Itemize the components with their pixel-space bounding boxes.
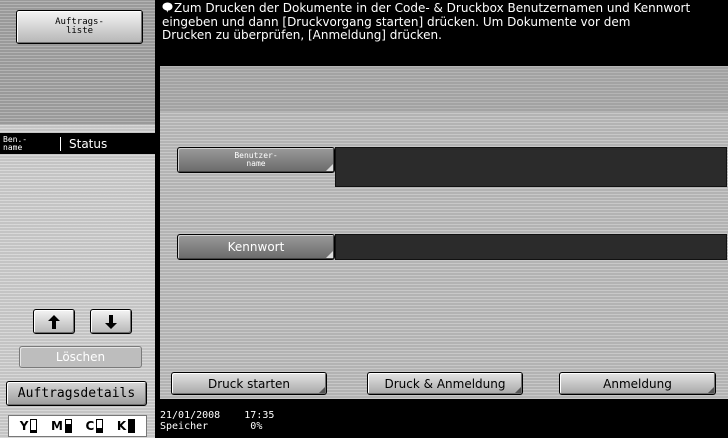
- toner-y-label: Y: [19, 419, 29, 433]
- scroll-down-button[interactable]: [90, 309, 132, 334]
- status-bar: 21/01/2008 17:35 Speicher 0%: [160, 410, 460, 438]
- instruction-message: Zum Drucken der Dokumente in der Code- &…: [160, 0, 728, 66]
- toner-c: C: [86, 419, 104, 433]
- arrow-up-icon: [48, 314, 60, 329]
- toner-m-label: M: [51, 419, 63, 433]
- login-button[interactable]: Anmeldung: [559, 372, 716, 395]
- print-and-login-button[interactable]: Druck & Anmeldung: [367, 372, 523, 395]
- column-user-name: Ben.- name: [3, 134, 28, 152]
- job-list-header: Ben.- name Status: [0, 133, 155, 154]
- column-status: Status: [60, 136, 107, 151]
- toner-c-bar: [96, 419, 104, 433]
- main-panel-header: [160, 66, 728, 112]
- left-panel: Auftrags- liste Ben.- name Status Lösche…: [0, 0, 155, 438]
- info-icon: [162, 2, 173, 13]
- password-field[interactable]: [335, 234, 727, 260]
- delete-button[interactable]: Löschen: [19, 346, 142, 368]
- arrow-down-icon: [105, 314, 117, 329]
- date-time: 21/01/2008 17:35: [160, 410, 275, 421]
- print-start-button[interactable]: Druck starten: [171, 372, 327, 395]
- password-label-button[interactable]: Kennwort: [177, 234, 335, 260]
- job-list-label: Auftrags- liste: [55, 17, 104, 36]
- job-list-button[interactable]: Auftrags- liste: [16, 10, 143, 44]
- job-details-button[interactable]: Auftragsdetails: [6, 381, 147, 406]
- screen: Auftrags- liste Ben.- name Status Lösche…: [0, 0, 728, 438]
- username-label: Benutzer- name: [234, 151, 278, 168]
- toner-k-label: K: [116, 419, 127, 433]
- scroll-up-button[interactable]: [33, 309, 75, 334]
- toner-y-bar: [30, 419, 38, 433]
- username-label-button[interactable]: Benutzer- name: [177, 147, 335, 173]
- toner-k-bar: [128, 419, 136, 433]
- instruction-text: Zum Drucken der Dokumente in der Code- &…: [162, 1, 691, 42]
- main-panel: Benutzer- name Kennwort Druck starten Dr…: [160, 66, 728, 399]
- toner-m: M: [51, 419, 72, 433]
- toner-levels: Y M C K: [8, 415, 147, 437]
- username-field[interactable]: [335, 147, 727, 187]
- toner-y: Y: [20, 419, 38, 433]
- toner-k: K: [116, 419, 136, 433]
- toner-c-label: C: [85, 419, 95, 433]
- password-label: Kennwort: [227, 240, 285, 254]
- toner-m-bar: [64, 419, 72, 433]
- memory-status: Speicher 0%: [160, 421, 263, 432]
